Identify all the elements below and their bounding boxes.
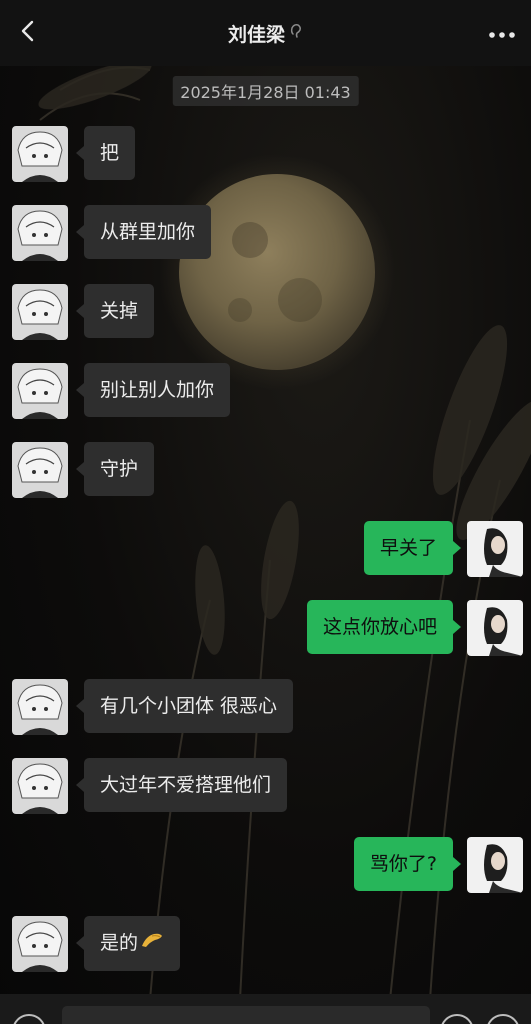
message-row: 把 [12,126,136,182]
message-row: 大过年不爱搭理他们 [12,758,288,814]
contact-avatar[interactable] [12,758,68,814]
chat-title: 刘佳梁 [227,23,285,46]
title-wrap: 刘佳梁 [0,0,531,66]
sent-message-bubble[interactable]: 骂你了? [353,837,462,891]
more-button[interactable] [485,18,519,48]
received-message-bubble[interactable]: 从群里加你 [75,205,212,259]
contact-avatar[interactable] [12,442,68,498]
more-dots-icon [489,24,515,43]
contact-avatar[interactable] [12,126,68,182]
user-avatar[interactable] [467,837,523,893]
message-row: 这点你放心吧 [306,600,523,656]
pinched-fingers-emoji-icon [140,930,164,957]
message-row: 从群里加你 [12,205,212,261]
message-row: 是的 [12,916,181,972]
message-row: 早关了 [363,521,523,577]
user-avatar[interactable] [467,600,523,656]
received-message-bubble[interactable]: 把 [75,126,136,180]
contact-avatar[interactable] [12,363,68,419]
input-bar [0,994,531,1024]
message-timestamp: 2025年1月28日 01:43 [172,76,359,106]
received-message-bubble[interactable]: 别让别人加你 [75,363,231,417]
message-row: 骂你了? [353,837,523,893]
received-message-bubble[interactable]: 有几个小团体 很恶心 [75,679,294,733]
ear-icon [289,22,303,44]
message-row: 关掉 [12,284,155,340]
emoji-button[interactable] [440,1014,474,1024]
contact-avatar[interactable] [12,284,68,340]
message-row: 别让别人加你 [12,363,231,419]
sent-message-bubble[interactable]: 早关了 [363,521,462,575]
message-row: 守护 [12,442,155,498]
contact-avatar[interactable] [12,679,68,735]
message-text: 是的 [100,932,139,954]
message-row: 有几个小团体 很恶心 [12,679,294,735]
contact-avatar[interactable] [12,205,68,261]
sent-message-bubble[interactable]: 这点你放心吧 [306,600,462,654]
chat-header: 刘佳梁 [0,0,531,66]
message-input[interactable] [62,1006,430,1024]
voice-button[interactable] [12,1014,46,1024]
received-message-bubble[interactable]: 关掉 [75,284,155,338]
received-message-bubble[interactable]: 是的 [75,916,181,971]
plus-button[interactable] [486,1014,520,1024]
user-avatar[interactable] [467,521,523,577]
received-message-bubble[interactable]: 大过年不爱搭理他们 [75,758,288,812]
received-message-bubble[interactable]: 守护 [75,442,155,496]
contact-avatar[interactable] [12,916,68,972]
